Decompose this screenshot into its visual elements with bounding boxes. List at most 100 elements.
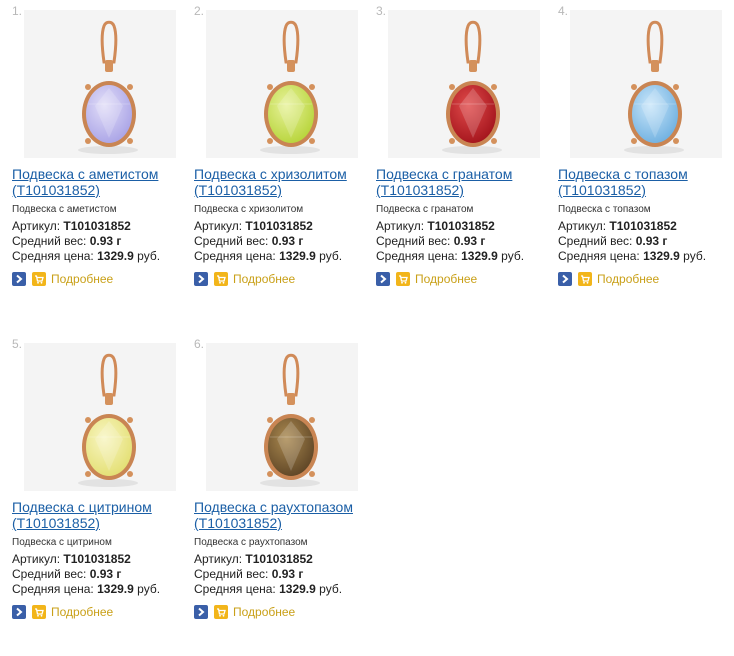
card-actions: Подробнее xyxy=(376,271,477,287)
weight-row: Средний вес: 0.93 г xyxy=(194,234,303,248)
weight-value: 0.93 г xyxy=(271,234,304,248)
go-button[interactable] xyxy=(194,272,208,286)
pendant-image-svg xyxy=(624,20,684,154)
pendant-image-svg xyxy=(442,20,502,154)
cart-icon xyxy=(35,608,44,617)
weight-label: Средний вес: xyxy=(194,567,269,581)
go-button[interactable] xyxy=(12,272,26,286)
product-title-link[interactable]: Подвеска с топазом (T101031852) xyxy=(558,166,734,198)
go-button[interactable] xyxy=(12,605,26,619)
more-link[interactable]: Подробнее xyxy=(233,605,295,619)
add-to-cart-button[interactable] xyxy=(32,605,46,619)
article-row: Артикул: T101031852 xyxy=(558,219,677,233)
weight-label: Средний вес: xyxy=(12,234,87,248)
cart-icon xyxy=(399,275,408,284)
item-number: 3. xyxy=(376,4,387,18)
add-to-cart-button[interactable] xyxy=(214,605,228,619)
article-label: Артикул: xyxy=(12,552,61,566)
article-value: T101031852 xyxy=(245,552,313,566)
price-value: 1329.9 xyxy=(461,249,498,263)
add-to-cart-button[interactable] xyxy=(578,272,592,286)
currency-label: руб. xyxy=(501,249,525,263)
product-image[interactable] xyxy=(24,10,176,158)
item-number: 1. xyxy=(12,4,23,18)
article-value: T101031852 xyxy=(63,219,131,233)
price-row: Средняя цена: 1329.9 руб. xyxy=(194,249,342,263)
item-number: 6. xyxy=(194,337,205,351)
product-image[interactable] xyxy=(24,343,176,491)
currency-label: руб. xyxy=(319,582,343,596)
currency-label: руб. xyxy=(683,249,707,263)
weight-value: 0.93 г xyxy=(89,567,122,581)
go-button[interactable] xyxy=(558,272,572,286)
price-label: Средняя цена: xyxy=(194,582,276,596)
price-row: Средняя цена: 1329.9 руб. xyxy=(12,582,160,596)
product-title-link[interactable]: Подвеска с хризолитом (T101031852) xyxy=(194,166,370,198)
item-number: 4. xyxy=(558,4,569,18)
price-value: 1329.9 xyxy=(97,249,134,263)
product-title-link[interactable]: Подвеска с раухтопазом (T101031852) xyxy=(194,499,370,531)
price-label: Средняя цена: xyxy=(12,582,94,596)
weight-label: Средний вес: xyxy=(194,234,269,248)
weight-row: Средний вес: 0.93 г xyxy=(194,567,303,581)
price-row: Средняя цена: 1329.9 руб. xyxy=(194,582,342,596)
currency-label: руб. xyxy=(137,582,161,596)
more-link[interactable]: Подробнее xyxy=(233,272,295,286)
price-label: Средняя цена: xyxy=(558,249,640,263)
chevron-right-icon xyxy=(562,274,569,284)
article-label: Артикул: xyxy=(194,219,243,233)
product-subtitle: Подвеска с цитрином xyxy=(12,537,112,548)
chevron-right-icon xyxy=(16,274,23,284)
article-row: Артикул: T101031852 xyxy=(12,219,131,233)
product-card: 1. Подвеска с аметистом (T101031852) Под… xyxy=(12,4,188,309)
item-number: 2. xyxy=(194,4,205,18)
weight-label: Средний вес: xyxy=(12,567,87,581)
pendant-image-svg xyxy=(260,20,320,154)
add-to-cart-button[interactable] xyxy=(214,272,228,286)
product-image[interactable] xyxy=(206,10,358,158)
chevron-right-icon xyxy=(16,607,23,617)
article-row: Артикул: T101031852 xyxy=(194,552,313,566)
product-image[interactable] xyxy=(206,343,358,491)
price-row: Средняя цена: 1329.9 руб. xyxy=(12,249,160,263)
weight-value: 0.93 г xyxy=(635,234,668,248)
product-subtitle: Подвеска с топазом xyxy=(558,204,651,215)
product-subtitle: Подвеска с хризолитом xyxy=(194,204,304,215)
card-actions: Подробнее xyxy=(12,604,113,620)
article-value: T101031852 xyxy=(245,219,313,233)
chevron-right-icon xyxy=(198,607,205,617)
more-link[interactable]: Подробнее xyxy=(51,272,113,286)
pendant-image-svg xyxy=(260,353,320,487)
go-button[interactable] xyxy=(194,605,208,619)
article-label: Артикул: xyxy=(194,552,243,566)
weight-value: 0.93 г xyxy=(271,567,304,581)
weight-value: 0.93 г xyxy=(453,234,486,248)
more-link[interactable]: Подробнее xyxy=(597,272,659,286)
price-value: 1329.9 xyxy=(279,249,316,263)
card-actions: Подробнее xyxy=(194,271,295,287)
product-card: 6. Подвеска с раухтопазом (T101031852) П… xyxy=(194,337,370,642)
cart-icon xyxy=(217,608,226,617)
weight-row: Средний вес: 0.93 г xyxy=(376,234,485,248)
card-actions: Подробнее xyxy=(194,604,295,620)
product-title-link[interactable]: Подвеска с гранатом (T101031852) xyxy=(376,166,552,198)
article-label: Артикул: xyxy=(558,219,607,233)
article-row: Артикул: T101031852 xyxy=(12,552,131,566)
article-row: Артикул: T101031852 xyxy=(194,219,313,233)
product-title-link[interactable]: Подвеска с аметистом (T101031852) xyxy=(12,166,188,198)
more-link[interactable]: Подробнее xyxy=(415,272,477,286)
currency-label: руб. xyxy=(319,249,343,263)
more-link[interactable]: Подробнее xyxy=(51,605,113,619)
cart-icon xyxy=(217,275,226,284)
product-image[interactable] xyxy=(388,10,540,158)
pendant-image-svg xyxy=(78,353,138,487)
article-row: Артикул: T101031852 xyxy=(376,219,495,233)
product-image[interactable] xyxy=(570,10,722,158)
go-button[interactable] xyxy=(376,272,390,286)
product-subtitle: Подвеска с раухтопазом xyxy=(194,537,308,548)
add-to-cart-button[interactable] xyxy=(396,272,410,286)
product-title-link[interactable]: Подвеска с цитрином (T101031852) xyxy=(12,499,188,531)
add-to-cart-button[interactable] xyxy=(32,272,46,286)
price-row: Средняя цена: 1329.9 руб. xyxy=(558,249,706,263)
price-value: 1329.9 xyxy=(97,582,134,596)
